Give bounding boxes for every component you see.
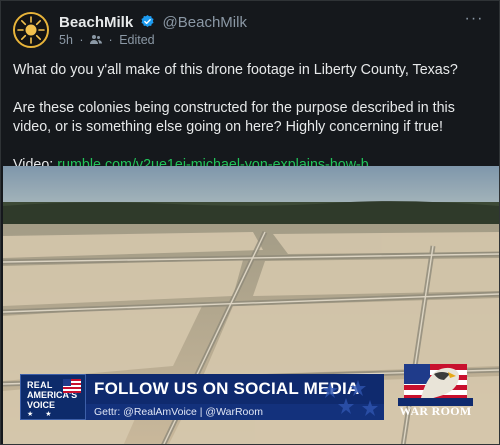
- sun-logo-icon: [15, 14, 47, 46]
- stars-decoration-icon: [322, 380, 378, 416]
- banner-subtitle: Gettr: @RealAmVoice | @WarRoom: [94, 406, 263, 418]
- handle[interactable]: @BeachMilk: [163, 14, 247, 31]
- avatar[interactable]: [13, 12, 49, 48]
- post-time[interactable]: 5h: [59, 33, 73, 47]
- stars-icon: ★★: [27, 411, 64, 418]
- more-options-icon[interactable]: ···: [463, 11, 485, 30]
- verified-badge-icon: [141, 14, 154, 27]
- eagle-flag-icon: [398, 364, 473, 406]
- flag-icon: [63, 379, 81, 393]
- post-card: BeachMilk @BeachMilk 5h · · Edited ··· W…: [0, 0, 500, 445]
- audience-icon: [90, 35, 103, 44]
- display-name[interactable]: BeachMilk: [59, 14, 133, 31]
- post-meta: 5h · · Edited: [59, 33, 158, 47]
- meta-separator: ·: [108, 33, 113, 47]
- post-paragraph: Are these colonies being constructed for…: [13, 100, 455, 135]
- war-room-text: WAR ROOM: [399, 404, 472, 418]
- post-header: BeachMilk @BeachMilk 5h · · Edited ···: [13, 11, 487, 52]
- follow-us-banner: REAL AMERICA'S VOICE ★★ FOLLOW US ON SOC…: [20, 374, 384, 420]
- post-paragraph: What do you y'all make of this drone foo…: [13, 62, 458, 78]
- post-text: What do you y'all make of this drone foo…: [13, 61, 489, 175]
- war-room-logo: WAR ROOM: [398, 358, 473, 426]
- name-row: BeachMilk @BeachMilk: [59, 14, 247, 31]
- edited-label[interactable]: Edited: [119, 33, 154, 47]
- meta-separator: ·: [79, 33, 84, 47]
- real-americas-voice-logo: REAL AMERICA'S VOICE ★★: [20, 374, 86, 420]
- video-player[interactable]: REAL AMERICA'S VOICE ★★ FOLLOW US ON SOC…: [3, 166, 499, 444]
